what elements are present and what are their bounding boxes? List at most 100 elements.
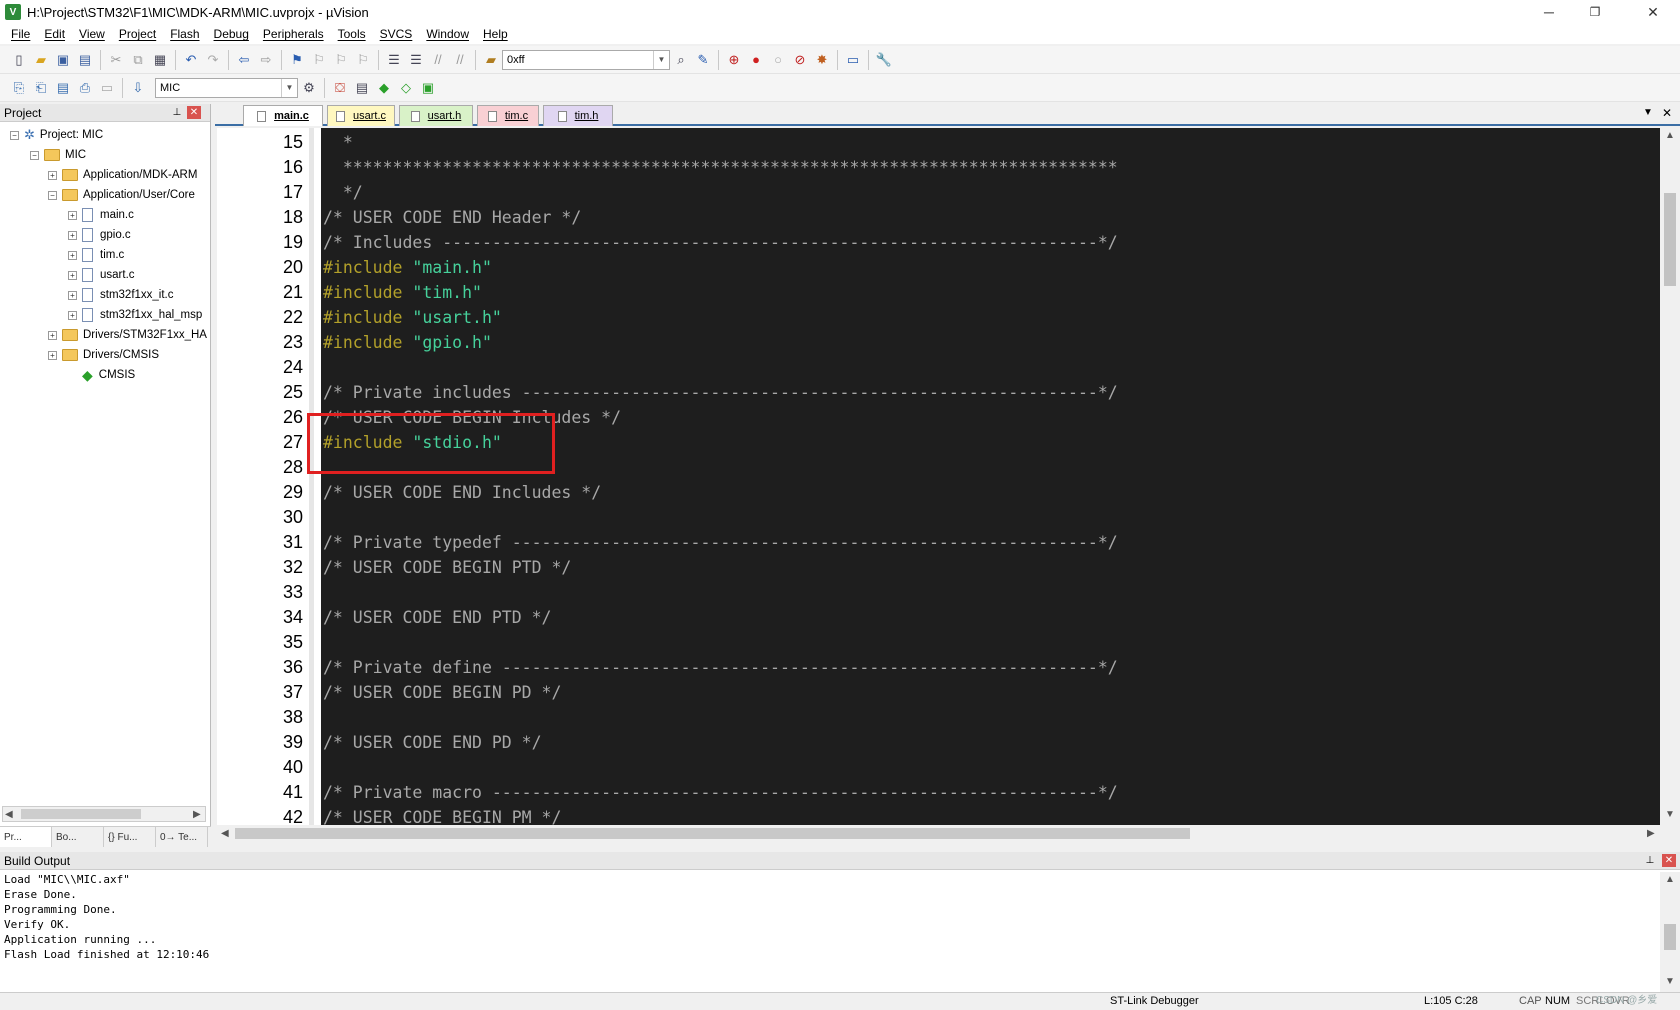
scroll-up-icon[interactable]: ▲ bbox=[1665, 874, 1675, 885]
target-options-icon[interactable]: ⚙ bbox=[298, 77, 320, 99]
collapse-icon[interactable]: − bbox=[10, 130, 19, 140]
comment-icon[interactable]: // bbox=[427, 49, 449, 71]
menu-help[interactable]: Help bbox=[476, 27, 515, 41]
scroll-right-icon[interactable]: ▶ bbox=[1647, 828, 1655, 839]
scroll-down-icon[interactable]: ▼ bbox=[1665, 976, 1675, 987]
scroll-up-icon[interactable]: ▲ bbox=[1665, 130, 1675, 141]
tab-functions[interactable]: {} Fu... bbox=[104, 827, 156, 847]
menu-file[interactable]: File bbox=[4, 27, 37, 41]
collapse-icon[interactable]: − bbox=[30, 150, 39, 160]
project-scrollbar[interactable]: ◀ ▶ bbox=[2, 806, 206, 822]
close-icon[interactable]: ✕ bbox=[187, 106, 201, 119]
close-editor-icon[interactable]: ✕ bbox=[1662, 106, 1672, 120]
chevron-down-icon[interactable]: ▼ bbox=[653, 50, 669, 69]
tree-item[interactable]: − Application/User/Core bbox=[48, 186, 195, 204]
uncomment-icon[interactable]: // bbox=[449, 49, 471, 71]
tree-item[interactable]: + tim.c bbox=[68, 246, 124, 264]
code-line[interactable]: /* USER CODE END Includes */ bbox=[323, 480, 1663, 505]
save-all-icon[interactable]: ▤ bbox=[74, 49, 96, 71]
tree-item[interactable]: ◆ CMSIS bbox=[68, 366, 135, 384]
editor-horizontal-scrollbar[interactable]: ◀ ▶ bbox=[217, 825, 1660, 842]
undo-icon[interactable]: ↶ bbox=[180, 49, 202, 71]
run-time-environment-icon[interactable]: ▣ bbox=[417, 77, 439, 99]
tree-item[interactable]: + stm32f1xx_it.c bbox=[68, 286, 174, 304]
new-file-icon[interactable]: ▯ bbox=[8, 49, 30, 71]
code-line[interactable]: /* USER CODE END PTD */ bbox=[323, 605, 1663, 630]
code-line[interactable]: /* Private macro -----------------------… bbox=[323, 780, 1663, 805]
menu-edit[interactable]: Edit bbox=[37, 27, 72, 41]
pin-icon[interactable]: ⊥ bbox=[1643, 854, 1657, 867]
open-file-icon[interactable]: ▰ bbox=[30, 49, 52, 71]
editor-tab[interactable]: tim.c bbox=[477, 105, 539, 126]
expand-icon[interactable]: + bbox=[68, 290, 77, 300]
code-line[interactable]: #include "tim.h" bbox=[323, 280, 1663, 305]
indent-icon[interactable]: ☰ bbox=[383, 49, 405, 71]
code-line[interactable] bbox=[323, 355, 1663, 380]
next-bookmark-icon[interactable]: ⚐ bbox=[330, 49, 352, 71]
debug-session-icon[interactable]: ⊕ bbox=[723, 49, 745, 71]
scroll-right-icon[interactable]: ▶ bbox=[193, 809, 201, 820]
menu-peripherals[interactable]: Peripherals bbox=[256, 27, 331, 41]
tree-item[interactable]: + gpio.c bbox=[68, 226, 131, 244]
tree-item[interactable]: − ✲ Project: MIC bbox=[10, 126, 103, 144]
disable-all-breakpoints-icon[interactable]: ⊘ bbox=[789, 49, 811, 71]
target-select[interactable]: MIC ▼ bbox=[155, 77, 298, 98]
code-line[interactable]: /* USER CODE END PD */ bbox=[323, 730, 1663, 755]
build-output-text[interactable]: Load "MIC\\MIC.axf" Erase Done. Programmin… bbox=[0, 872, 1660, 988]
editor-tab[interactable]: usart.c bbox=[327, 105, 395, 126]
code-line[interactable] bbox=[323, 455, 1663, 480]
expand-icon[interactable]: + bbox=[68, 270, 77, 280]
tree-item[interactable]: + Drivers/CMSIS bbox=[48, 346, 159, 364]
expand-icon[interactable]: + bbox=[68, 310, 77, 320]
cut-icon[interactable]: ✂ bbox=[105, 49, 127, 71]
scroll-left-icon[interactable]: ◀ bbox=[5, 809, 13, 820]
scrollbar-thumb[interactable] bbox=[1664, 193, 1676, 286]
scrollbar-thumb[interactable] bbox=[21, 809, 141, 819]
prev-bookmark-icon[interactable]: ⚐ bbox=[308, 49, 330, 71]
nav-forward-icon[interactable]: ⇨ bbox=[255, 49, 277, 71]
disable-breakpoint-icon[interactable]: ○ bbox=[767, 49, 789, 71]
scroll-down-icon[interactable]: ▼ bbox=[1665, 809, 1675, 820]
close-button[interactable]: ✕ bbox=[1630, 0, 1676, 24]
scrollbar-thumb[interactable] bbox=[235, 828, 1190, 839]
code-line[interactable]: /* USER CODE BEGIN PTD */ bbox=[323, 555, 1663, 580]
code-line[interactable]: #include "gpio.h" bbox=[323, 330, 1663, 355]
copy-icon[interactable]: ⧉ bbox=[127, 49, 149, 71]
code-line[interactable]: /* USER CODE BEGIN Includes */ bbox=[323, 405, 1663, 430]
redo-icon[interactable]: ↷ bbox=[202, 49, 224, 71]
tree-item[interactable]: + Drivers/STM32F1xx_HA bbox=[48, 326, 207, 344]
rebuild-icon[interactable]: ▤ bbox=[52, 77, 74, 99]
menu-debug[interactable]: Debug bbox=[207, 27, 256, 41]
window-layout-icon[interactable]: ▭ bbox=[842, 49, 864, 71]
tree-item[interactable]: + usart.c bbox=[68, 266, 135, 284]
download-icon[interactable]: ⇩ bbox=[127, 77, 149, 99]
tree-item[interactable]: + stm32f1xx_hal_msp bbox=[68, 306, 202, 324]
code-line[interactable] bbox=[323, 755, 1663, 780]
code-line[interactable]: #include "usart.h" bbox=[323, 305, 1663, 330]
code-line[interactable] bbox=[323, 705, 1663, 730]
editor-tab[interactable]: tim.h bbox=[543, 105, 613, 126]
save-icon[interactable]: ▣ bbox=[52, 49, 74, 71]
manage-project-icon[interactable]: ⛋ bbox=[329, 77, 351, 99]
pin-icon[interactable]: ⊥ bbox=[170, 106, 184, 119]
collapse-icon[interactable]: − bbox=[48, 190, 57, 200]
find-combo[interactable]: 0xff ▼ bbox=[502, 49, 670, 70]
menu-flash[interactable]: Flash bbox=[163, 27, 206, 41]
kill-breakpoints-icon[interactable]: ✸ bbox=[811, 49, 833, 71]
tree-item[interactable]: − MIC bbox=[30, 146, 86, 164]
editor-tab[interactable]: main.c bbox=[243, 105, 323, 126]
tab-templates[interactable]: 0→ Te... bbox=[156, 827, 208, 847]
code-line[interactable]: /* Private define ----------------------… bbox=[323, 655, 1663, 680]
pack-installer-icon[interactable]: ◆ bbox=[373, 77, 395, 99]
expand-icon[interactable]: + bbox=[48, 170, 57, 180]
expand-icon[interactable]: + bbox=[48, 350, 57, 360]
unindent-icon[interactable]: ☰ bbox=[405, 49, 427, 71]
restore-button[interactable]: ❐ bbox=[1572, 0, 1618, 24]
code-line[interactable] bbox=[323, 505, 1663, 530]
editor-tab[interactable]: usart.h bbox=[399, 105, 473, 126]
menu-svcs[interactable]: SVCS bbox=[373, 27, 420, 41]
stop-build-icon[interactable]: ▭ bbox=[96, 77, 118, 99]
expand-icon[interactable]: + bbox=[48, 330, 57, 340]
code-line[interactable]: ****************************************… bbox=[323, 155, 1663, 180]
tab-project[interactable]: Pr... bbox=[0, 827, 52, 847]
